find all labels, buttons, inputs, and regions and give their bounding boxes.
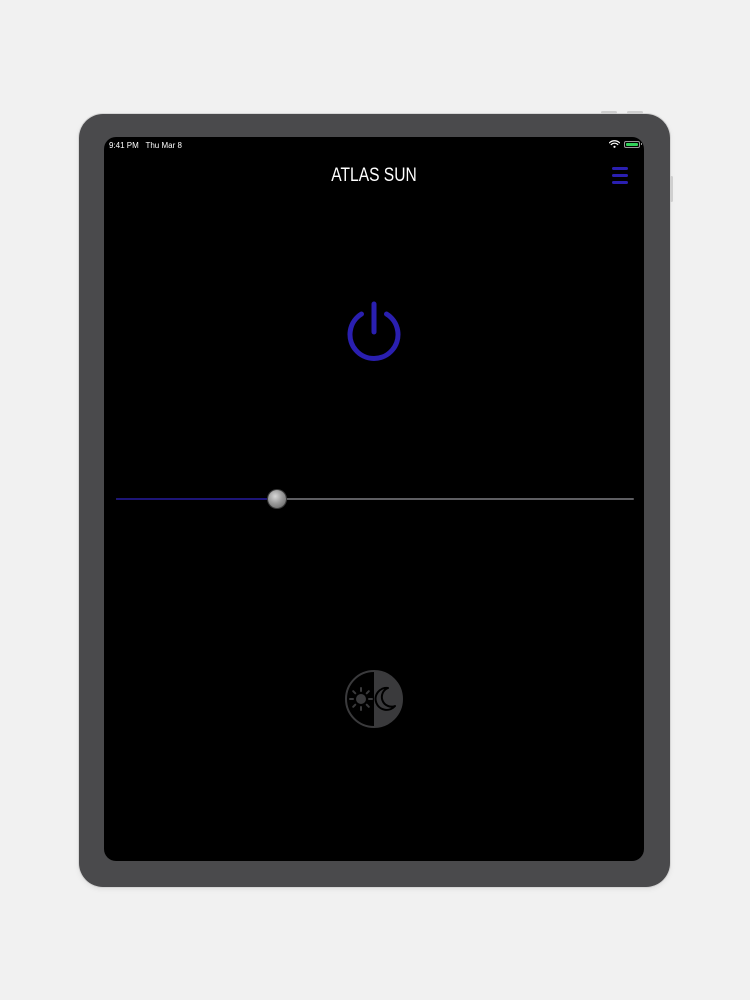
- menu-line: [612, 174, 628, 177]
- menu-line: [612, 181, 628, 184]
- slider-thumb[interactable]: [267, 490, 286, 508]
- day-night-icon: [345, 670, 403, 728]
- app-title: ATLAS SUN: [331, 165, 417, 186]
- menu-line: [612, 167, 628, 170]
- device-side-button: [601, 111, 617, 114]
- wifi-icon: [609, 140, 620, 148]
- status-bar: 9:41 PM Thu Mar 8: [104, 137, 644, 153]
- battery-icon: [624, 140, 642, 148]
- brightness-slider[interactable]: [116, 487, 634, 511]
- power-button[interactable]: [344, 299, 404, 361]
- power-icon: [347, 301, 401, 361]
- device-side-button: [627, 111, 643, 114]
- app-screen: 9:41 PM Thu Mar 8 ATLAS SUN: [104, 137, 644, 861]
- day-night-mode-button[interactable]: [344, 669, 404, 729]
- battery-fill: [626, 142, 638, 146]
- slider-fill: [116, 498, 277, 500]
- status-time-date: 9:41 PM Thu Mar 8: [109, 141, 182, 150]
- status-date: Thu Mar 8: [145, 141, 182, 150]
- status-time: 9:41 PM: [109, 141, 139, 150]
- menu-button[interactable]: [609, 164, 631, 188]
- battery-tip: [640, 143, 642, 145]
- status-indicators: [609, 140, 642, 148]
- device-side-button: [670, 176, 673, 202]
